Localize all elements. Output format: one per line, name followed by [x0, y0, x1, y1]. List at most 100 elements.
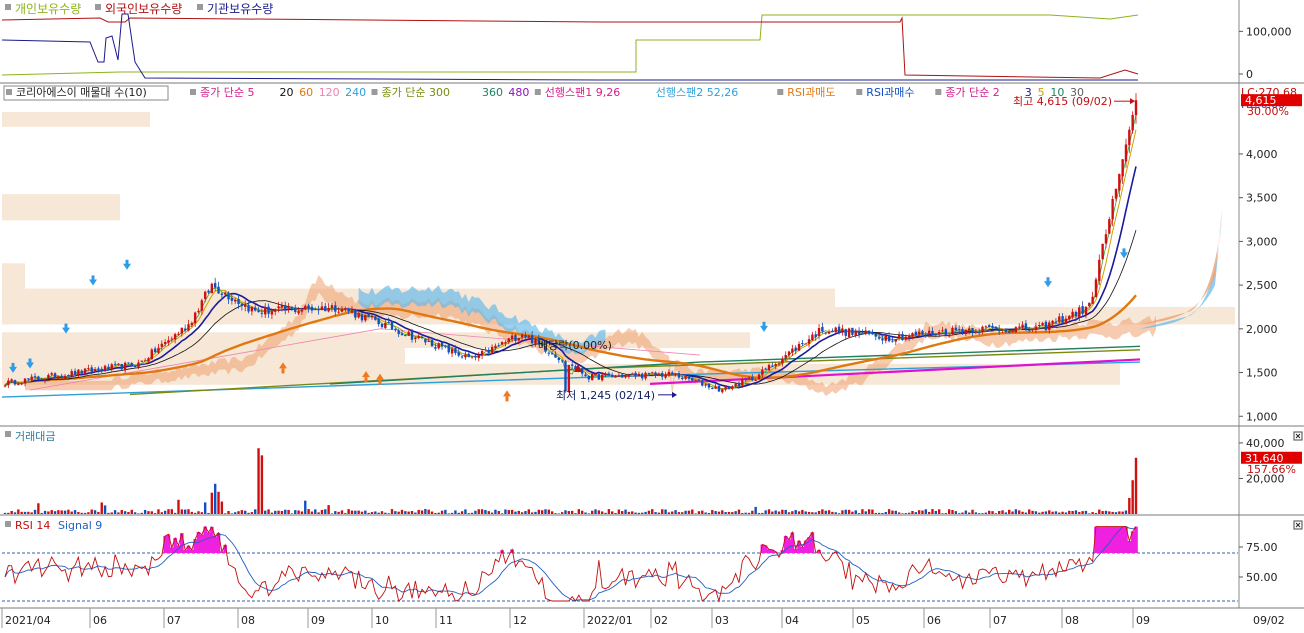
- candle-body: [344, 308, 347, 310]
- candle-body: [871, 333, 874, 335]
- candle-body: [707, 383, 711, 388]
- volume-bar: [540, 510, 544, 514]
- volume-bar: [223, 513, 227, 514]
- volume-bar: [417, 509, 420, 514]
- volume-bar: [544, 509, 547, 514]
- volume-bar: [1074, 510, 1078, 514]
- volume-bar: [67, 509, 70, 514]
- candle-body: [424, 339, 427, 343]
- candle-body: [284, 305, 287, 310]
- volume-bar: [460, 511, 464, 514]
- candle-body: [851, 327, 854, 335]
- volume-bar: [560, 512, 564, 514]
- volume-bar: [757, 513, 761, 514]
- candle-body: [994, 326, 998, 329]
- candle-body: [857, 330, 861, 335]
- legend-square-icon: [6, 89, 12, 95]
- volume-bar: [1051, 511, 1054, 514]
- candle-body: [53, 373, 57, 379]
- volume-bar: [424, 509, 427, 514]
- volume-bar: [457, 512, 460, 514]
- volume-bar: [250, 512, 254, 514]
- volume-bar: [754, 506, 757, 514]
- candle-body: [147, 358, 150, 362]
- candle-body: [27, 378, 30, 380]
- candle-body: [1001, 329, 1004, 331]
- volume-bar: [647, 510, 651, 514]
- legend-square-icon: [197, 4, 203, 10]
- volume-bar: [1128, 498, 1131, 514]
- legend-item: 480: [508, 86, 529, 99]
- candle-body: [374, 316, 377, 320]
- candle-body: [811, 334, 814, 341]
- volume-bar: [681, 512, 684, 514]
- legend-item: 20: [280, 86, 294, 99]
- volume-bar: [1098, 509, 1101, 514]
- candle-body: [83, 368, 87, 375]
- volume-bar: [887, 509, 891, 514]
- volume-bar: [847, 509, 851, 514]
- volume-bar: [617, 509, 621, 514]
- candle-body: [384, 322, 387, 329]
- candle-body: [941, 330, 944, 332]
- candle-body: [110, 364, 113, 369]
- candle-body: [1064, 318, 1068, 324]
- volume-profile-bar: [2, 111, 150, 127]
- volume-bar: [894, 510, 897, 514]
- candle-body: [407, 332, 410, 336]
- volume-bar: [577, 509, 581, 514]
- candle-body: [891, 340, 894, 342]
- volume-bar: [697, 511, 701, 514]
- volume-bar: [854, 510, 857, 514]
- volume-bar: [981, 513, 984, 514]
- volume-bar: [183, 509, 187, 514]
- volume-bar: [791, 511, 794, 514]
- candle-body: [33, 376, 37, 378]
- candle-body: [514, 335, 517, 341]
- x-tick-label: 06: [93, 614, 107, 627]
- volume-bar: [624, 509, 627, 514]
- candle-body: [410, 331, 414, 340]
- volume-bar: [90, 509, 93, 514]
- legend-square-icon: [5, 4, 11, 10]
- volume-bar: [587, 513, 591, 514]
- candle-body: [764, 368, 767, 370]
- volume-bar: [310, 511, 314, 514]
- candle-body: [1048, 322, 1051, 330]
- candle-body: [1131, 114, 1134, 131]
- candle-body: [590, 373, 594, 380]
- candle-body: [40, 379, 43, 381]
- candle-body: [367, 314, 370, 317]
- candle-body: [247, 305, 250, 312]
- volume-bar: [694, 513, 697, 514]
- candle-body: [827, 331, 831, 334]
- candle-body: [337, 311, 340, 313]
- candle-body: [470, 356, 474, 358]
- volume-bar: [707, 512, 711, 514]
- candle-body: [721, 389, 724, 393]
- candle-body: [607, 373, 611, 376]
- volume-bar: [70, 511, 73, 514]
- volume-bar: [240, 510, 244, 514]
- candle-body: [1081, 306, 1084, 314]
- legend-item: RSI과매도: [787, 86, 835, 99]
- candle-body: [1051, 320, 1054, 324]
- candle-body: [624, 375, 627, 378]
- volume-bar: [497, 511, 500, 514]
- candle-body: [1108, 219, 1111, 234]
- rsi-tick-label: 50.00: [1246, 571, 1278, 584]
- volume-bar: [133, 512, 137, 514]
- volume-bar: [530, 512, 534, 514]
- chart-canvas[interactable]: 4,0003,5003,0002,5002,0001,5001,000최고 4,…: [0, 0, 1304, 630]
- sell-signal-arrow-icon: [1122, 248, 1126, 254]
- legend-item: 5: [1038, 86, 1045, 99]
- volume-bar: [877, 512, 881, 514]
- volume-bar: [797, 511, 801, 514]
- x-tick-label: 05: [856, 614, 870, 627]
- low-annotation: 최저 1,245 (02/14): [556, 389, 655, 402]
- stock-chart-window[interactable]: 4,000 3,500 3,000 2,500 2,000 1,500 1,000 최고 4,…: [0, 0, 1304, 630]
- legend-item: 코리아에스이 매물대 수(10): [16, 86, 147, 99]
- volume-bar: [687, 510, 691, 514]
- candle-body: [894, 339, 897, 342]
- volume-bar: [550, 511, 554, 514]
